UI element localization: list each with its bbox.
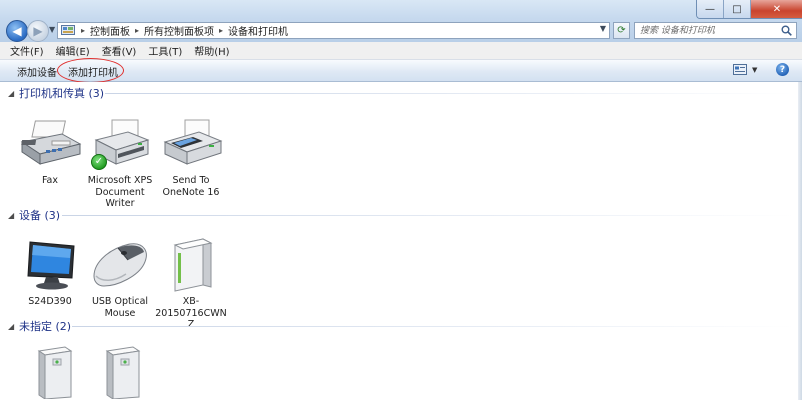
refresh-button[interactable]: ⟳	[613, 22, 630, 39]
add-device-button[interactable]: 添加设备	[17, 64, 57, 79]
group-divider	[105, 93, 795, 94]
forward-arrow-icon: ▶	[33, 24, 43, 38]
group-title: 设备 (3)	[19, 209, 61, 222]
unspecified-device-icon	[22, 344, 88, 400]
unspecified-device-icon	[90, 344, 156, 400]
menu-edit[interactable]: 编辑(E)	[50, 43, 96, 58]
add-printer-button[interactable]: 添加打印机	[68, 64, 118, 79]
back-arrow-icon: ◀	[12, 24, 22, 38]
printer-icon	[158, 116, 224, 172]
device-tile-mouse[interactable]: USB Optical Mouse	[85, 237, 155, 319]
device-label: S24D390	[28, 296, 72, 307]
device-label: Microsoft XPS Document Writer	[87, 175, 153, 209]
device-tile-fax[interactable]: Fax	[15, 116, 85, 187]
collapse-arrow-icon[interactable]: ◢	[8, 322, 19, 331]
search-icon[interactable]	[781, 25, 792, 36]
menu-view[interactable]: 查看(V)	[96, 43, 143, 58]
collapse-arrow-icon[interactable]: ◢	[8, 89, 19, 98]
menu-file[interactable]: 文件(F)	[0, 43, 50, 58]
default-printer-check-icon: ✓	[91, 154, 107, 170]
command-bar: 添加设备 添加打印机	[0, 60, 802, 82]
computer-tower-icon	[158, 237, 224, 293]
maximize-button[interactable]: □	[724, 0, 751, 18]
change-view-button[interactable]: ▼	[733, 64, 757, 75]
mouse-icon	[87, 237, 153, 293]
breadcrumb-separator-icon[interactable]: ▸	[135, 26, 139, 35]
minimize-button[interactable]: —	[697, 0, 724, 18]
back-button[interactable]: ◀	[6, 20, 28, 42]
device-tile-unspecified[interactable]	[20, 344, 90, 403]
close-button[interactable]: ✕	[751, 0, 802, 18]
group-title: 未指定 (2)	[19, 320, 72, 333]
device-label: Send To OneNote 16	[162, 175, 220, 198]
forward-button[interactable]: ▶	[27, 20, 49, 42]
breadcrumb-devices-and-printers[interactable]: 设备和打印机	[228, 23, 288, 38]
fax-icon	[17, 116, 83, 172]
device-tile-computer[interactable]: XB-20150716CWNZ	[155, 237, 227, 331]
breadcrumb-control-panel[interactable]: 控制面板	[90, 23, 130, 38]
help-button[interactable]: ?	[776, 63, 789, 76]
window-titlebar: — □ ✕ ◀ ▶ ▼ ▸ 控制面板 ▸ 所有控制面板项 ▸ 设备和打印机 ▼ …	[0, 0, 802, 42]
breadcrumb-separator-icon[interactable]: ▸	[219, 26, 223, 35]
group-header-devices[interactable]: ◢ 设备 (3)	[8, 207, 60, 223]
recent-pages-dropdown-icon[interactable]: ▼	[49, 25, 55, 34]
breadcrumb-separator-icon[interactable]: ▸	[81, 26, 85, 35]
group-divider	[72, 326, 795, 327]
device-label: USB Optical Mouse	[91, 296, 149, 319]
search-box[interactable]	[634, 22, 797, 39]
device-tile-monitor[interactable]: S24D390	[15, 237, 85, 308]
device-tile-unspecified[interactable]	[88, 344, 158, 403]
view-options-icon	[733, 64, 747, 75]
device-label: Fax	[41, 175, 59, 186]
printer-icon: ✓	[87, 116, 153, 172]
device-tile-send-to-onenote[interactable]: Send To OneNote 16	[156, 116, 226, 198]
window-right-edge	[798, 82, 802, 400]
menu-bar: 文件(F) 编辑(E) 查看(V) 工具(T) 帮助(H)	[0, 42, 802, 60]
device-tile-xps-writer[interactable]: ✓ Microsoft XPS Document Writer	[85, 116, 155, 210]
address-dropdown-icon[interactable]: ▼	[600, 24, 606, 33]
menu-tools[interactable]: 工具(T)	[142, 43, 188, 58]
group-header-printers[interactable]: ◢ 打印机和传真 (3)	[8, 85, 104, 101]
window-controls: — □ ✕	[696, 0, 802, 19]
address-bar[interactable]: ▸ 控制面板 ▸ 所有控制面板项 ▸ 设备和打印机 ▼	[57, 22, 610, 39]
menu-help[interactable]: 帮助(H)	[188, 43, 235, 58]
search-input[interactable]	[635, 23, 780, 38]
control-panel-icon	[60, 25, 76, 37]
breadcrumb-all-control-panel-items[interactable]: 所有控制面板项	[144, 23, 214, 38]
monitor-icon	[17, 237, 83, 293]
view-dropdown-icon[interactable]: ▼	[752, 66, 757, 74]
group-title: 打印机和传真 (3)	[19, 87, 105, 100]
devices-pane: ◢ 打印机和传真 (3) Fax ✓ Microsoft XPS Documen…	[0, 82, 802, 400]
collapse-arrow-icon[interactable]: ◢	[8, 211, 19, 220]
group-header-unspecified[interactable]: ◢ 未指定 (2)	[8, 318, 71, 334]
group-divider	[62, 215, 795, 216]
refresh-icon: ⟳	[617, 25, 626, 36]
